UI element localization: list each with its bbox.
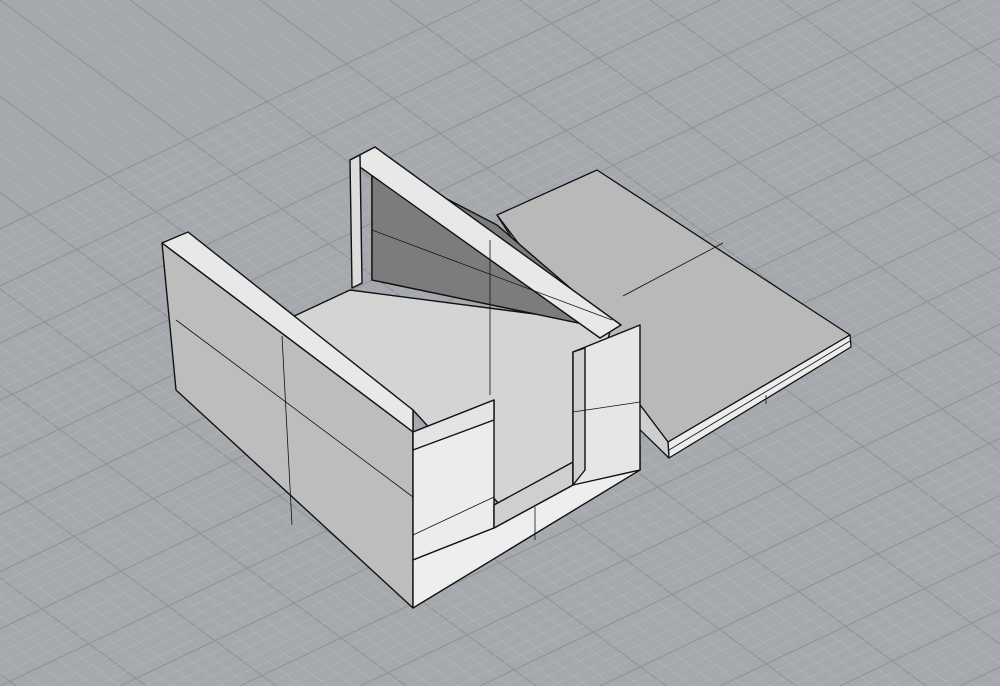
grid-line (987, 0, 1000, 10)
back-wall-end-face (349, 154, 363, 289)
grid-line (909, 0, 1000, 68)
grid-line (935, 655, 1000, 686)
perspective-viewport[interactable] (0, 0, 1000, 686)
grid-line (0, 596, 121, 686)
grid-line (863, 620, 1000, 686)
grid-line (935, 0, 1000, 48)
grid-line (0, 558, 173, 686)
grid-line (959, 666, 1000, 686)
grid-line (961, 0, 1000, 29)
grid-line (983, 678, 1000, 686)
grid-line (831, 0, 1000, 125)
right-post-inner (572, 347, 586, 486)
grid-line (911, 643, 1000, 686)
grid-line (0, 635, 69, 686)
